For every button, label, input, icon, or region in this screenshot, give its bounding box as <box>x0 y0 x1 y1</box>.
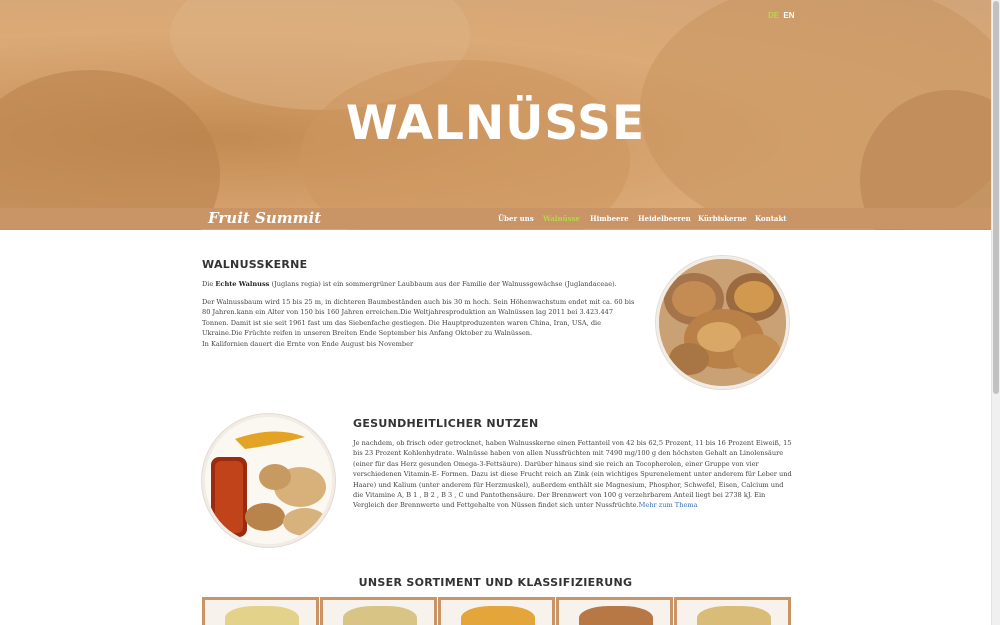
scrollbar-thumb[interactable] <box>993 1 999 394</box>
section-heading-walnusskerne: WALNUSSKERNE <box>202 258 308 271</box>
product-tile[interactable] <box>438 597 555 625</box>
section-heading-gesundheit: GESUNDHEITLICHER NUTZEN <box>353 417 539 430</box>
lang-en-link[interactable]: EN <box>783 11 794 20</box>
product-tile[interactable] <box>320 597 437 625</box>
product-tiles <box>202 597 791 625</box>
scrollbar[interactable] <box>991 0 1000 625</box>
hero-title: WALNÜSSE <box>345 96 646 151</box>
nav-item-kuerbiskerne[interactable]: Kürbiskerne <box>698 214 747 223</box>
nav-item-walnuesse[interactable]: Walnüsse <box>543 214 580 223</box>
nav-item-heidelbeeren[interactable]: Heidelbeeren <box>638 214 691 223</box>
more-link[interactable]: Mehr zum Thema <box>639 501 698 509</box>
nav-item-himbeere[interactable]: Himbeere <box>590 214 629 223</box>
harvest-paragraph: In Kalifornien dauert die Ernte von Ende… <box>202 340 414 348</box>
description-paragraph: Der Walnussbaum wird 15 bis 25 m, in dic… <box>202 298 635 338</box>
lang-de-link[interactable]: DE <box>768 11 779 20</box>
honey-walnuts-image <box>202 414 335 547</box>
intro-paragraph: Die Echte Walnuss (Juglans regia) ist ei… <box>202 280 617 288</box>
main-navbar: Fruit Summit <box>0 208 991 229</box>
product-tile[interactable] <box>674 597 791 625</box>
language-switcher: DE EN <box>768 11 794 20</box>
walnuts-image <box>656 256 789 389</box>
nav-item-kontakt[interactable]: Kontakt <box>755 214 787 223</box>
section-heading-sortiment: UNSER SORTIMENT UND KLASSIFIZIERUNG <box>358 576 633 589</box>
product-tile[interactable] <box>202 597 319 625</box>
bold-term: Echte Walnuss <box>215 280 270 288</box>
product-tile[interactable] <box>556 597 673 625</box>
health-paragraph: Je nachdem, ob frisch oder getrocknet, h… <box>353 439 792 510</box>
nav-item-ueber-uns[interactable]: Über uns <box>498 214 534 223</box>
brand-logo[interactable]: Fruit Summit <box>208 209 321 227</box>
